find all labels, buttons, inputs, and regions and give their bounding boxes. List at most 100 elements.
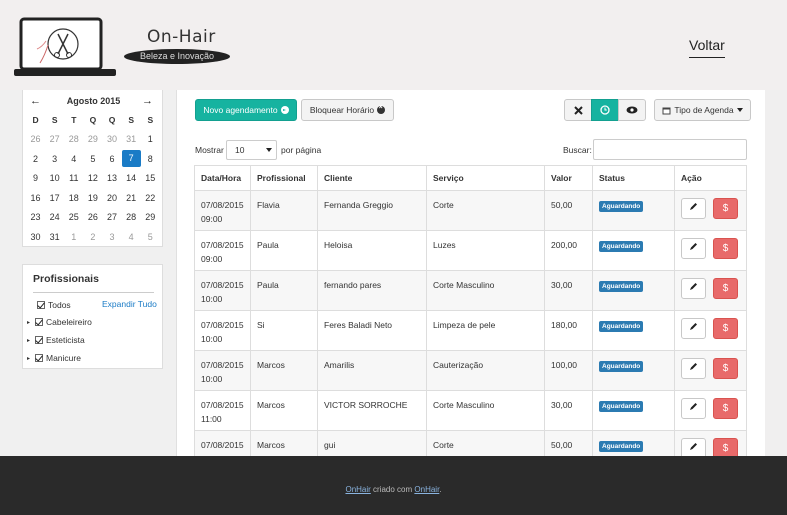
payment-button[interactable]: $ [713, 318, 738, 339]
calendar-day[interactable]: 5 [141, 232, 160, 242]
calendar-day[interactable]: 13 [103, 173, 122, 183]
calendar-day[interactable]: 11 [64, 173, 83, 183]
calendar-day[interactable]: 22 [141, 193, 160, 203]
checkbox-checked-icon[interactable] [35, 336, 43, 344]
block-time-button[interactable]: Bloquear Horário [301, 99, 394, 121]
prof-item-todos[interactable]: Todos [29, 299, 71, 311]
calendar-day[interactable]: 26 [83, 212, 102, 222]
edit-button[interactable] [681, 398, 706, 419]
agenda-type-dropdown[interactable]: Tipo de Agenda [654, 99, 751, 121]
calendar-day[interactable]: 5 [83, 154, 102, 164]
table-body: 07/08/2015 09:00 Flavia Fernanda Greggio Cor… [194, 190, 747, 471]
calendar-day[interactable]: 28 [122, 212, 141, 222]
calendar-day[interactable]: 16 [26, 193, 45, 203]
payment-button[interactable]: $ [713, 278, 738, 299]
checkbox-checked-icon[interactable] [37, 301, 45, 309]
calendar-day[interactable]: 12 [83, 173, 102, 183]
calendar-day[interactable]: 3 [45, 154, 64, 164]
footer-link-onhair-2[interactable]: OnHair [414, 485, 439, 494]
search-input[interactable] [593, 139, 747, 160]
caret-right-icon[interactable]: ▸ [27, 337, 35, 344]
calendar-day[interactable]: 26 [26, 134, 45, 144]
col-header-service[interactable]: Serviço [426, 165, 545, 191]
prof-item-cabeleireiro[interactable]: ▸ Cabeleireiro [27, 316, 92, 328]
status-badge: Aguardando [599, 361, 644, 372]
calendar-day[interactable]: 19 [83, 193, 102, 203]
payment-button[interactable]: $ [713, 238, 738, 259]
calendar-day[interactable]: 17 [45, 193, 64, 203]
calendar-day[interactable]: 23 [26, 212, 45, 222]
calendar-day[interactable]: 2 [83, 232, 102, 242]
payment-button[interactable]: $ [713, 358, 738, 379]
calendar-day[interactable]: 2 [26, 154, 45, 164]
calendar-day[interactable]: 1 [64, 232, 83, 242]
brand-tagline: Beleza e Inovação [124, 49, 230, 64]
calendar-day[interactable]: 7 [121, 150, 141, 168]
table-row[interactable]: 07/08/2015 10:00 Paula fernando pares Corte … [194, 270, 747, 311]
calendar-day[interactable]: 31 [122, 134, 141, 144]
calendar-day[interactable]: 29 [141, 212, 160, 222]
col-header-date[interactable]: Data/Hora [194, 165, 251, 191]
col-header-professional[interactable]: Profissional [250, 165, 318, 191]
calendar-day[interactable]: 31 [45, 232, 64, 242]
table-row[interactable]: 07/08/2015 09:00 Paula Heloisa Luzes 200,00 Ag… [194, 230, 747, 271]
calendar-day[interactable]: 27 [45, 134, 64, 144]
block-time-label: Bloquear Horário [309, 105, 375, 115]
payment-button[interactable]: $ [713, 198, 738, 219]
expand-all-link[interactable]: Expandir Tudo [102, 299, 157, 309]
edit-button[interactable] [681, 318, 706, 339]
footer-middle-text: criado com [370, 485, 415, 494]
new-appointment-button[interactable]: Novo agendamento [195, 99, 297, 121]
col-header-client[interactable]: Cliente [317, 165, 427, 191]
prof-item-esteticista[interactable]: ▸ Esteticista [27, 334, 85, 346]
calendar-day[interactable]: 20 [103, 193, 122, 203]
calendar-day[interactable]: 21 [122, 193, 141, 203]
calendar-day[interactable]: 1 [141, 134, 160, 144]
table-row[interactable]: 07/08/2015 10:00 Marcos Amarilis Cauterizaçã… [194, 350, 747, 391]
calendar-day[interactable]: 4 [122, 232, 141, 242]
checkbox-checked-icon[interactable] [35, 318, 43, 326]
calendar-day[interactable]: 27 [103, 212, 122, 222]
calendar-day[interactable]: 3 [103, 232, 122, 242]
edit-button[interactable] [681, 238, 706, 259]
calendar-day[interactable]: 10 [45, 173, 64, 183]
calendar-day[interactable]: 18 [64, 193, 83, 203]
cell-actions: $ [674, 350, 747, 391]
page-size-select[interactable]: 10 [226, 140, 277, 160]
calendar-week-row: 23 24 25 26 27 28 29 [26, 208, 160, 228]
checkbox-checked-icon[interactable] [35, 354, 43, 362]
calendar-day[interactable]: 30 [26, 232, 45, 242]
edit-button[interactable] [681, 278, 706, 299]
calendar-day[interactable]: 25 [64, 212, 83, 222]
caret-right-icon[interactable]: ▸ [27, 319, 35, 326]
back-link[interactable]: Voltar [689, 37, 725, 58]
calendar-day[interactable]: 9 [26, 173, 45, 183]
calendar-day[interactable]: 4 [64, 154, 83, 164]
payment-button[interactable]: $ [713, 398, 738, 419]
appointments-table: Data/Hora Profissional Cliente Serviço V… [194, 165, 747, 471]
edit-button[interactable] [681, 358, 706, 379]
footer-link-onhair[interactable]: OnHair [345, 485, 370, 494]
tools-view-button[interactable] [564, 99, 592, 121]
calendar-day[interactable]: 15 [141, 173, 160, 183]
col-header-status[interactable]: Status [592, 165, 675, 191]
caret-right-icon[interactable]: ▸ [27, 355, 35, 362]
prof-item-manicure[interactable]: ▸ Manicure [27, 352, 81, 364]
table-row[interactable]: 07/08/2015 10:00 Si Feres Baladi Neto Limpez… [194, 310, 747, 351]
edit-button[interactable] [681, 198, 706, 219]
calendar-day[interactable]: 8 [141, 154, 160, 164]
calendar-day[interactable]: 14 [122, 173, 141, 183]
calendar-week-row: 26 27 28 29 30 31 1 [26, 130, 160, 150]
calendar-day[interactable]: 24 [45, 212, 64, 222]
calendar-day[interactable]: 6 [103, 154, 122, 164]
table-row[interactable]: 07/08/2015 11:00 Marcos VICTOR SORROCHE Cort… [194, 390, 747, 431]
eye-view-button[interactable] [618, 99, 646, 121]
cell-time: 11:00 [201, 414, 222, 424]
calendar-day[interactable]: 28 [64, 134, 83, 144]
calendar-next-arrow-icon[interactable]: → [142, 95, 153, 107]
clock-view-button[interactable] [591, 99, 619, 121]
calendar-day[interactable]: 29 [83, 134, 102, 144]
table-row[interactable]: 07/08/2015 09:00 Flavia Fernanda Greggio Cor… [194, 190, 747, 231]
col-header-value[interactable]: Valor [544, 165, 593, 191]
calendar-day[interactable]: 30 [103, 134, 122, 144]
